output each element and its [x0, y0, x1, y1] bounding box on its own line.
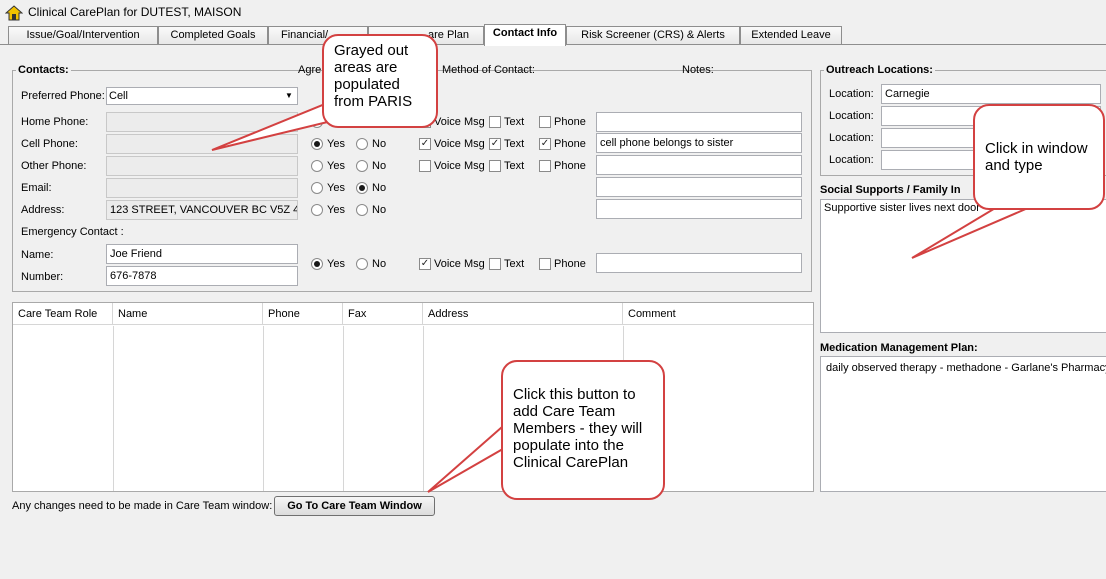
callout-care-team-button: Click this button to add Care Team Membe…: [501, 360, 665, 500]
callout-click-window: Click in window and type: [973, 104, 1105, 210]
callout-arrow-button: [427, 425, 510, 493]
callout-grayed-areas: Grayed out areas are populated from PARI…: [322, 34, 438, 128]
